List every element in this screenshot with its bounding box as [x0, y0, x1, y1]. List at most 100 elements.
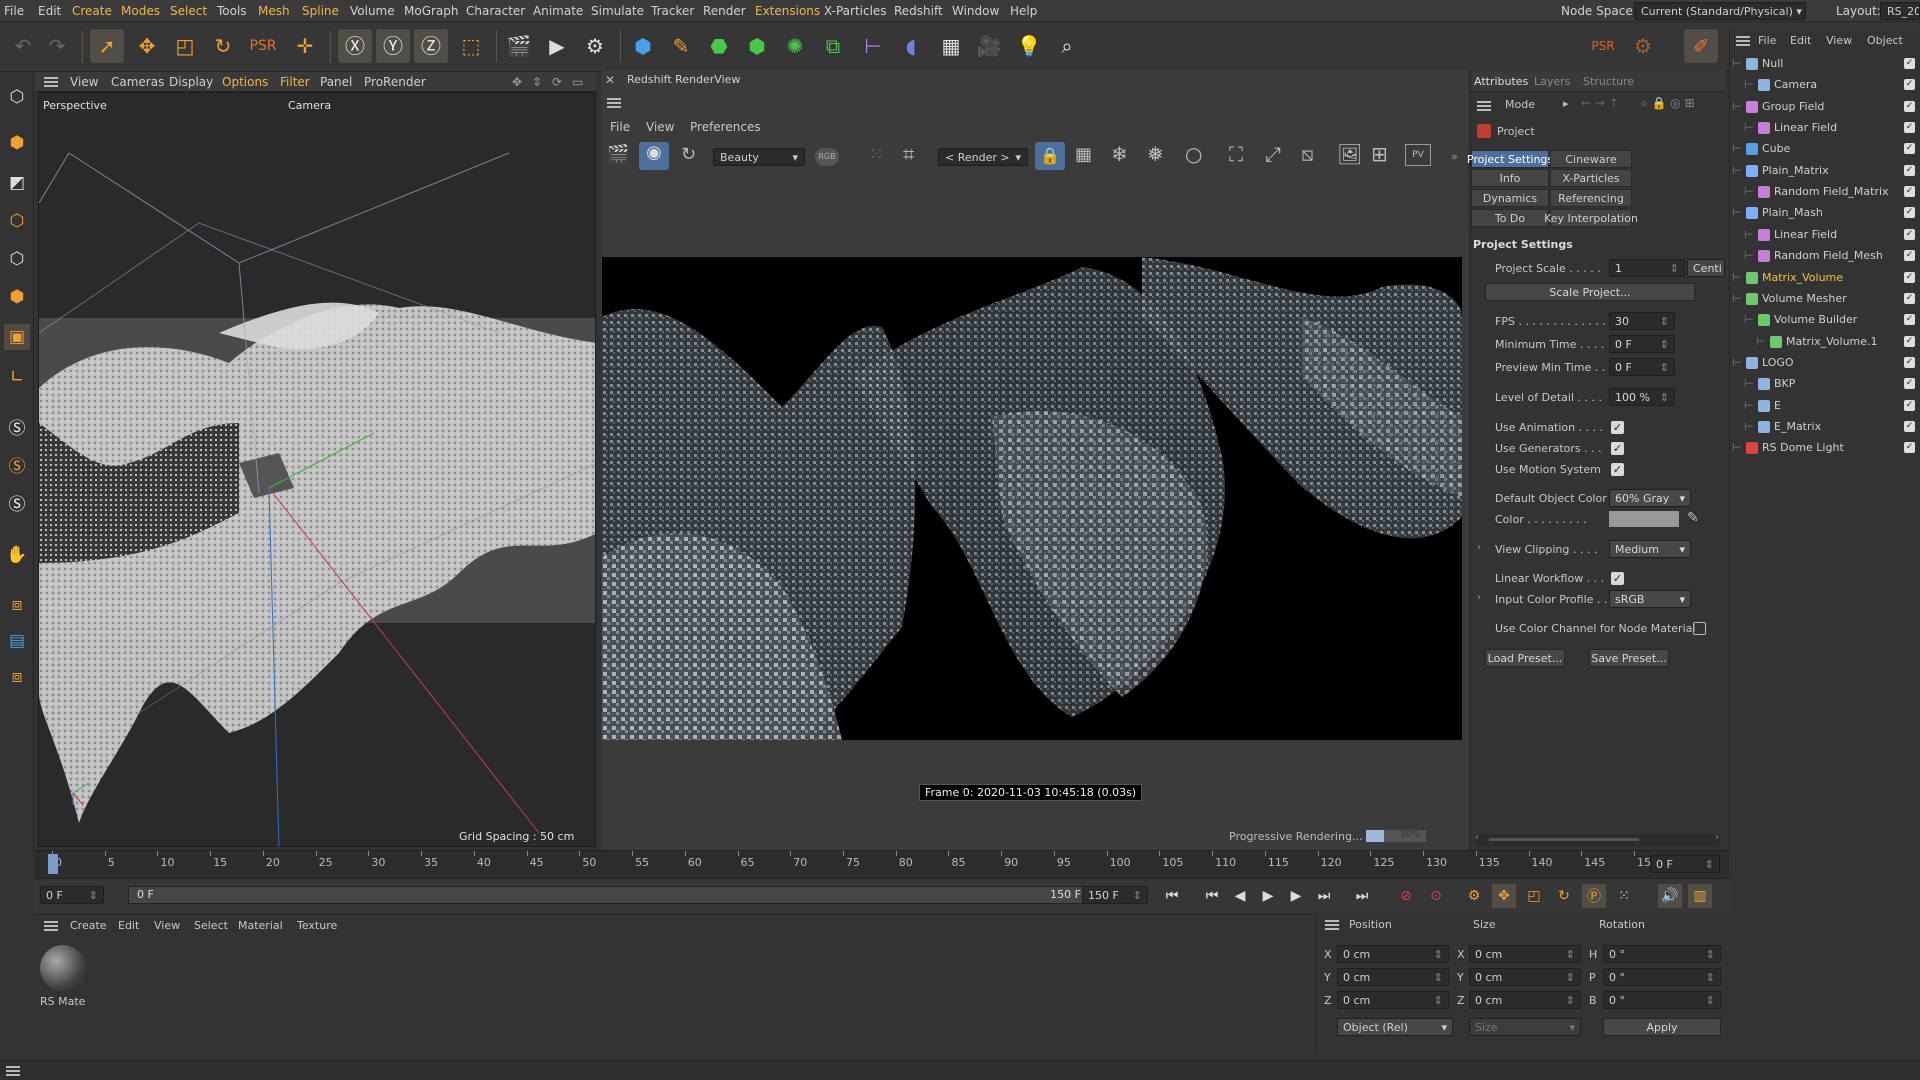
- pos-z-field[interactable]: 0 cm ⇕: [1337, 991, 1449, 1009]
- object-name[interactable]: RS Dome Light: [1762, 441, 1844, 454]
- locked-workplane-icon[interactable]: ⧈: [4, 664, 30, 690]
- menu-animate[interactable]: Animate: [533, 4, 583, 18]
- object-row[interactable]: ⊢ Random Field_Mesh ✓: [1730, 246, 1920, 267]
- rot-p-field[interactable]: 0 ° ⇕: [1603, 968, 1721, 986]
- menu-file[interactable]: File: [4, 4, 24, 18]
- nav-arrows-icon[interactable]: ← → ↑: [1581, 96, 1619, 110]
- menu-redshift[interactable]: Redshift: [894, 4, 943, 18]
- attributes-scrollbar[interactable]: ‹ ›: [1475, 832, 1719, 846]
- vp-menu-cameras[interactable]: Cameras: [111, 75, 164, 89]
- color-profile-expand-icon[interactable]: ›: [1477, 592, 1481, 603]
- object-row[interactable]: ⊢ Linear Field ✓: [1730, 118, 1920, 139]
- key-scale-icon[interactable]: ◰: [1522, 884, 1546, 908]
- menu-window[interactable]: Window: [952, 4, 999, 18]
- tweak-icon[interactable]: ✋: [4, 542, 30, 568]
- size-y-field[interactable]: 0 cm ⇕: [1469, 968, 1581, 986]
- record-icon[interactable]: ⊘: [1394, 884, 1418, 908]
- search-lock-icons[interactable]: ⌕ 🔒 ◎ ⊞: [1641, 96, 1695, 111]
- viewport-camera[interactable]: Camera: [288, 99, 331, 112]
- object-enable-checkbox[interactable]: ✓: [1904, 378, 1915, 390]
- clapper-icon[interactable]: 🎬: [607, 144, 629, 165]
- load-preset-button[interactable]: Load Preset...: [1485, 649, 1565, 667]
- lock-icon[interactable]: 🔒: [1035, 142, 1065, 170]
- fit-icon[interactable]: ⛶: [1229, 142, 1243, 166]
- object-name[interactable]: Random Field_Mesh: [1774, 249, 1883, 262]
- object-manager-menu-icon[interactable]: [1736, 36, 1750, 46]
- subdivision-icon[interactable]: ⬣: [702, 29, 736, 63]
- attributes-menu-icon[interactable]: [1477, 101, 1491, 111]
- view-clipping-expand-icon[interactable]: ›: [1477, 542, 1481, 553]
- vp-zoom-icon[interactable]: ⇕: [532, 75, 542, 89]
- object-row[interactable]: ⊢ Matrix_Volume.1 ✓: [1730, 332, 1920, 353]
- rgb-toggle[interactable]: RGB: [815, 148, 839, 166]
- undo-icon[interactable]: ↶: [6, 29, 40, 63]
- play-icon[interactable]: ▶: [1256, 884, 1280, 908]
- coord-mode-select[interactable]: Object (Rel) ▾: [1337, 1018, 1453, 1036]
- go-to-start-icon[interactable]: ⏮: [1160, 884, 1184, 908]
- renderview-close-icon[interactable]: ✕: [605, 73, 615, 87]
- select-tool-icon[interactable]: ➚: [90, 29, 124, 63]
- vp-menu-panel[interactable]: Panel: [320, 75, 352, 89]
- object-enable-checkbox[interactable]: ✓: [1904, 58, 1915, 69]
- vp-rotate-icon[interactable]: ⟳: [552, 75, 562, 89]
- axis-x-icon[interactable]: Ⓧ: [338, 29, 372, 63]
- tab-attributes[interactable]: Attributes: [1474, 75, 1528, 88]
- range-slider[interactable]: 0 F 150 F: [128, 886, 1090, 904]
- object-row[interactable]: ⊢ Group Field ✓: [1730, 97, 1920, 118]
- object-name[interactable]: BKP: [1774, 377, 1795, 390]
- snapshot-icon[interactable]: 🖼: [1337, 142, 1362, 166]
- coord-system-icon[interactable]: ⬚: [454, 29, 488, 63]
- subtab-cineware[interactable]: Cineware: [1550, 150, 1632, 168]
- object-enable-checkbox[interactable]: ✓: [1904, 292, 1915, 304]
- object-enable-checkbox[interactable]: ✓: [1904, 207, 1915, 219]
- key-position-icon[interactable]: ✥: [1492, 884, 1516, 908]
- object-row[interactable]: ⊢ Matrix_Volume ✓: [1730, 268, 1920, 289]
- object-row[interactable]: ⊢ Null ✓: [1730, 54, 1920, 75]
- status-menu-icon[interactable]: [6, 1066, 20, 1076]
- attributes-mode-menu[interactable]: Mode: [1505, 98, 1535, 111]
- redo-icon[interactable]: ↷: [40, 29, 74, 63]
- object-enable-checkbox[interactable]: ✓: [1904, 250, 1915, 262]
- om-menu-view[interactable]: View: [1826, 34, 1852, 47]
- scale-tool-icon[interactable]: ◰: [168, 29, 202, 63]
- mode-arrow-icon[interactable]: ▸: [1563, 97, 1569, 110]
- volume-builder-icon[interactable]: ⧉: [816, 29, 850, 63]
- 3d-viewport[interactable]: Perspective Camera Grid Spacing : 50 cm: [38, 92, 596, 847]
- view-clipping-select[interactable]: Medium ▾: [1609, 540, 1691, 558]
- prev-key-icon[interactable]: ⏮: [1200, 884, 1224, 908]
- render-target-select[interactable]: < Render > ▾: [938, 148, 1028, 166]
- object-name[interactable]: Linear Field: [1774, 121, 1837, 134]
- object-enable-checkbox[interactable]: ✓: [1904, 164, 1915, 176]
- object-name[interactable]: Volume Builder: [1774, 313, 1857, 326]
- rv-menu-file[interactable]: File: [610, 120, 630, 134]
- save-preset-button[interactable]: Save Preset...: [1589, 649, 1669, 667]
- key-rotation-icon[interactable]: ↻: [1552, 884, 1576, 908]
- menu-character[interactable]: Character: [466, 4, 525, 18]
- tiles-icon[interactable]: ▦: [1075, 144, 1092, 165]
- object-name[interactable]: Volume Mesher: [1762, 292, 1847, 305]
- project-scale-unit[interactable]: Centi: [1687, 259, 1725, 277]
- om-menu-file[interactable]: File: [1758, 34, 1776, 47]
- psr-tool-icon[interactable]: PSR: [246, 29, 280, 63]
- cube-object-icon[interactable]: ⬢: [626, 29, 660, 63]
- use-motion-checkbox[interactable]: ✓: [1611, 463, 1624, 476]
- pen-tool-icon[interactable]: ✎: [664, 29, 698, 63]
- object-name[interactable]: Plain_Matrix: [1762, 164, 1829, 177]
- subtab-key-interpolation[interactable]: Key Interpolation: [1544, 209, 1638, 227]
- mat-menu-edit[interactable]: Edit: [118, 919, 139, 932]
- points-mode-icon[interactable]: ⬡: [4, 208, 30, 234]
- key-param-icon[interactable]: Ⓟ: [1582, 884, 1606, 908]
- menu-render[interactable]: Render: [703, 4, 746, 18]
- camera-icon[interactable]: 🎥: [972, 29, 1006, 63]
- extrude-icon[interactable]: ⬢: [740, 29, 774, 63]
- object-name[interactable]: Matrix_Volume: [1762, 271, 1843, 284]
- render-output[interactable]: [602, 257, 1462, 740]
- object-row[interactable]: ⊢ Random Field_Matrix ✓: [1730, 182, 1920, 203]
- pos-y-field[interactable]: 0 cm ⇕: [1337, 968, 1449, 986]
- mat-menu-create[interactable]: Create: [70, 919, 107, 932]
- project-scale-field[interactable]: 1 ⇕: [1609, 259, 1685, 277]
- go-to-end-icon[interactable]: ⏭: [1350, 884, 1374, 908]
- menu-tracker[interactable]: Tracker: [651, 4, 694, 18]
- menu-mesh[interactable]: Mesh: [258, 4, 290, 18]
- object-enable-checkbox[interactable]: ✓: [1904, 143, 1915, 155]
